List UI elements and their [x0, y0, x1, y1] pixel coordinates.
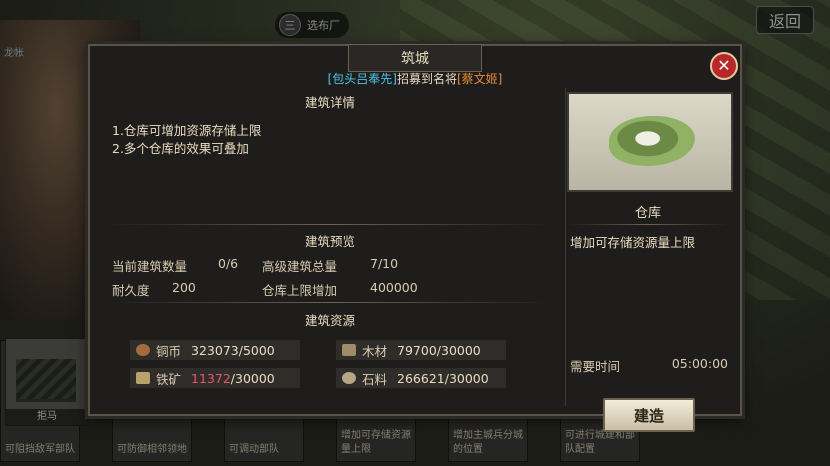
announcement: [包头吕奉先]招募到名将[蔡文姬] — [90, 70, 740, 87]
count-label: 当前建筑数量 — [112, 259, 188, 274]
wood-label: 木材 — [362, 343, 388, 359]
stone-icon — [342, 372, 356, 384]
time-label: 需要时间 — [570, 359, 621, 374]
resources-title: 建筑资源 — [304, 313, 355, 328]
stone-current: 266621 — [397, 370, 445, 386]
divider — [108, 302, 552, 303]
build-time: 需要时间 05:00:00 — [570, 356, 728, 375]
divider — [108, 224, 552, 225]
count-value: 0/6 — [218, 256, 239, 271]
stone-resource: 石料 266621/30000 — [336, 368, 506, 388]
wood-icon — [342, 344, 356, 356]
durability-label: 耐久度 — [112, 283, 150, 298]
stone-required: 30000 — [448, 370, 489, 386]
warehouse-image — [567, 92, 733, 192]
dialog-title: 筑城 — [401, 51, 429, 67]
time-value: 05:00:00 — [671, 356, 728, 371]
announcement-player: [包头吕奉先] — [327, 72, 397, 86]
iron-resource: 铁矿 11372/30000 — [130, 368, 300, 388]
info-panel: 建筑详情 1.仓库可增加资源存储上限 2.多个仓库的效果可叠加 建筑预览 当前建… — [100, 88, 560, 406]
iron-required: 30000 — [235, 370, 275, 386]
iron-current: 11372 — [191, 370, 231, 386]
stone-label: 石料 — [362, 371, 388, 387]
coin-icon — [136, 344, 150, 356]
iron-label: 铁矿 — [156, 371, 182, 387]
advanced-label: 高级建筑总量 — [262, 259, 338, 274]
copper-required: 5000 — [242, 342, 275, 358]
capacity-value: 400000 — [370, 280, 418, 295]
close-button[interactable]: ✕ — [710, 52, 738, 80]
building-name: 仓库 — [634, 206, 661, 221]
capacity-label: 仓库上限增加 — [262, 283, 338, 298]
wood-required: 30000 — [441, 342, 481, 358]
details-title: 建筑详情 — [304, 95, 355, 110]
building-panel: 仓库 增加可存储资源量上限 需要时间 05:00:00 建造 — [565, 88, 733, 432]
wood-current: 79700 — [397, 342, 437, 358]
copper-label: 铜币 — [156, 343, 182, 359]
dialog-header: 筑城 — [348, 44, 482, 72]
announcement-hero: [蔡文姬] — [457, 72, 503, 86]
detail-line: 1.仓库可增加资源存储上限 — [112, 123, 262, 138]
divider — [568, 224, 728, 225]
build-dialog: 筑城 [包头吕奉先]招募到名将[蔡文姬] ✕ 建筑详情 1.仓库可增加资源存储上… — [88, 44, 742, 432]
wood-resource: 木材 79700/30000 — [336, 340, 506, 360]
build-button[interactable]: 建造 — [603, 398, 695, 432]
copper-current: 323073 — [191, 342, 239, 358]
anvil-icon — [136, 372, 150, 384]
advanced-value: 7/10 — [370, 256, 399, 271]
copper-resource: 铜币 323073/5000 — [130, 340, 300, 360]
detail-line: 2.多个仓库的效果可叠加 — [112, 141, 249, 156]
durability-value: 200 — [172, 280, 196, 295]
close-icon: ✕ — [717, 56, 731, 75]
building-desc: 增加可存储资源量上限 — [570, 235, 696, 250]
announcement-text: 招募到名将 — [396, 72, 457, 86]
preview-title: 建筑预览 — [304, 234, 355, 249]
